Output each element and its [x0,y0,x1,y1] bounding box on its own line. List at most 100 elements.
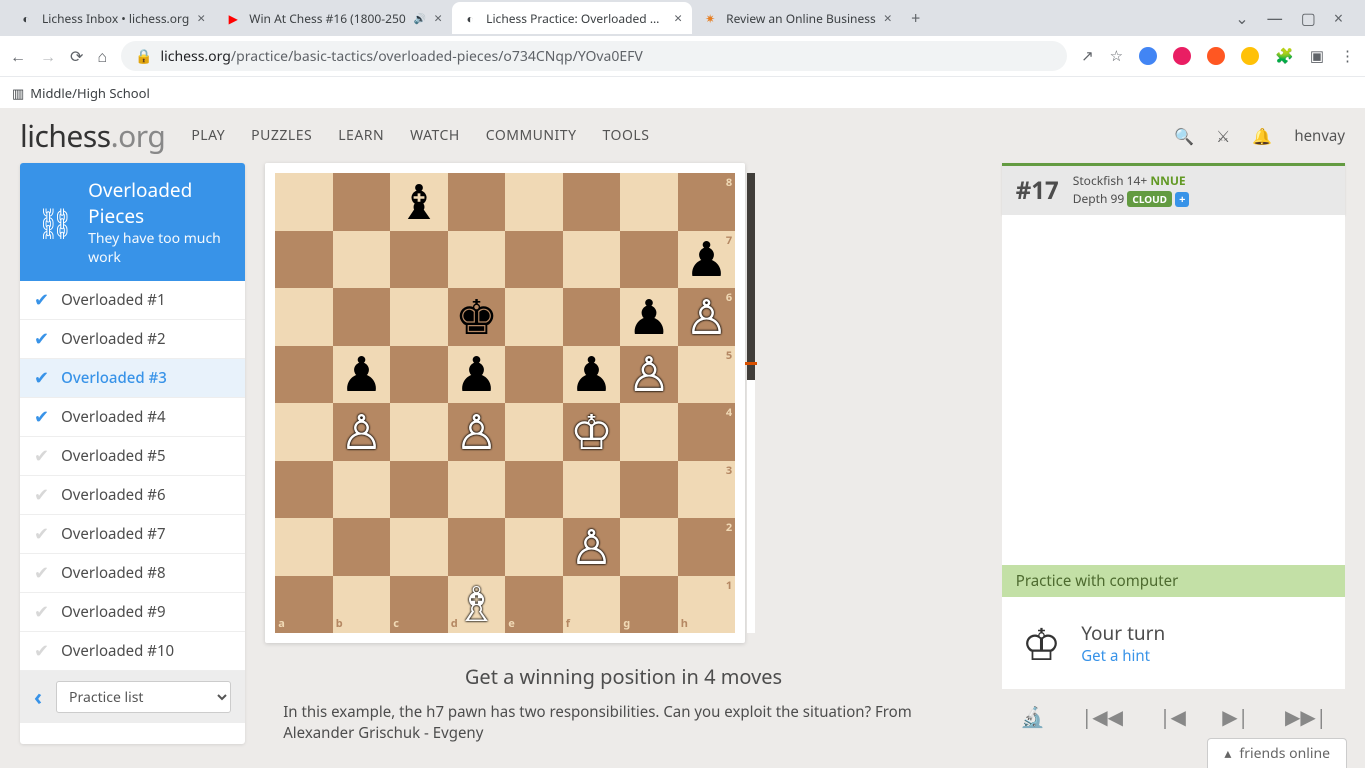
puzzle-item[interactable]: ✔Overloaded #3 [20,359,245,398]
square-a1[interactable]: a [275,576,333,634]
square-d6[interactable]: ♚ [448,288,506,346]
search-icon[interactable]: 🔍 [1174,125,1194,147]
square-c4[interactable] [390,403,448,461]
square-h3[interactable]: 3 [678,461,736,519]
square-g7[interactable] [620,231,678,289]
hint-link[interactable]: Get a hint [1081,646,1165,666]
chevron-down-icon[interactable]: ⌄ [1235,7,1248,29]
extensions-icon[interactable]: 🧩 [1275,46,1294,66]
square-f7[interactable] [563,231,621,289]
square-h8[interactable]: 8 [678,173,736,231]
square-h6[interactable]: ♙6 [678,288,736,346]
nav-puzzles[interactable]: PUZZLES [251,126,312,145]
practice-select[interactable]: Practice list [56,681,231,713]
puzzle-item[interactable]: ✔Overloaded #10 [20,632,245,671]
square-f3[interactable] [563,461,621,519]
square-c7[interactable] [390,231,448,289]
square-c2[interactable] [390,518,448,576]
square-h7[interactable]: ♟7 [678,231,736,289]
square-b3[interactable] [333,461,391,519]
home-button[interactable]: ⌂ [97,45,107,67]
square-a5[interactable] [275,346,333,404]
square-e6[interactable] [505,288,563,346]
square-c1[interactable]: c [390,576,448,634]
piece-wP[interactable]: ♙ [448,403,506,461]
logo[interactable]: lichess.org [20,115,165,156]
challenge-icon[interactable]: ⚔ [1216,125,1230,147]
close-icon[interactable]: × [197,9,205,28]
square-f1[interactable]: f [563,576,621,634]
puzzle-item[interactable]: ✔Overloaded #9 [20,593,245,632]
square-b4[interactable]: ♙ [333,403,391,461]
nav-learn[interactable]: LEARN [338,126,384,145]
square-f6[interactable] [563,288,621,346]
square-b8[interactable] [333,173,391,231]
square-e1[interactable]: e [505,576,563,634]
square-f4[interactable]: ♔ [563,403,621,461]
square-f2[interactable]: ♙ [563,518,621,576]
chess-board[interactable]: ♝8♟7♚♟♙6♟♟♟♙5♙♙♔43♙2abc♗defg1h [275,173,735,633]
nav-community[interactable]: COMMUNITY [486,126,577,145]
square-d8[interactable] [448,173,506,231]
square-a2[interactable] [275,518,333,576]
square-g2[interactable] [620,518,678,576]
square-a6[interactable] [275,288,333,346]
square-g3[interactable] [620,461,678,519]
square-a7[interactable] [275,231,333,289]
piece-bP[interactable]: ♟ [448,346,506,404]
browser-tab[interactable]: ▶ Win At Chess #16 (1800-250 🔊 × [215,2,452,34]
close-icon[interactable]: × [434,9,442,28]
nav-tools[interactable]: TOOLS [603,126,650,145]
nav-watch[interactable]: WATCH [410,126,460,145]
square-d1[interactable]: ♗d [448,576,506,634]
puzzle-item[interactable]: ✔Overloaded #6 [20,476,245,515]
menu-icon[interactable]: ⋮ [1340,46,1355,66]
square-g4[interactable] [620,403,678,461]
audio-icon[interactable]: 🔊 [414,11,426,25]
square-c3[interactable] [390,461,448,519]
piece-wP[interactable]: ♙ [333,403,391,461]
square-f5[interactable]: ♟ [563,346,621,404]
puzzle-item[interactable]: ✔Overloaded #4 [20,398,245,437]
last-move-icon[interactable]: ▶▶| [1285,703,1327,730]
square-g5[interactable]: ♙ [620,346,678,404]
piece-wP[interactable]: ♙ [563,518,621,576]
maximize-icon[interactable]: ▢ [1301,7,1316,29]
extension-icon[interactable] [1139,47,1157,65]
square-a3[interactable] [275,461,333,519]
square-d7[interactable] [448,231,506,289]
puzzle-item[interactable]: ✔Overloaded #2 [20,320,245,359]
next-move-icon[interactable]: ▶| [1222,703,1248,730]
prev-move-icon[interactable]: |◀ [1159,703,1185,730]
square-b5[interactable]: ♟ [333,346,391,404]
square-d3[interactable] [448,461,506,519]
username[interactable]: henvay [1294,126,1345,146]
square-h2[interactable]: 2 [678,518,736,576]
star-icon[interactable]: ☆ [1110,46,1123,66]
forward-button[interactable]: → [40,45,56,67]
piece-bB[interactable]: ♝ [390,173,448,231]
browser-tab-active[interactable]: ◐ Lichess Practice: Overloaded Pie × [452,2,692,34]
square-f8[interactable] [563,173,621,231]
extension-icon[interactable] [1207,47,1225,65]
square-b2[interactable] [333,518,391,576]
bell-icon[interactable]: 🔔 [1252,125,1272,147]
back-arrow-icon[interactable]: ‹ [34,682,42,712]
puzzle-item[interactable]: ✔Overloaded #7 [20,515,245,554]
square-e3[interactable] [505,461,563,519]
sidepanel-icon[interactable]: ▣ [1310,46,1324,66]
square-d4[interactable]: ♙ [448,403,506,461]
square-b1[interactable]: b [333,576,391,634]
square-e5[interactable] [505,346,563,404]
browser-tab[interactable]: ◐ Lichess Inbox • lichess.org × [8,2,215,34]
square-g6[interactable]: ♟ [620,288,678,346]
piece-bP[interactable]: ♟ [563,346,621,404]
square-c6[interactable] [390,288,448,346]
plus-icon[interactable]: + [1175,192,1189,207]
close-window-icon[interactable]: × [1334,7,1343,29]
square-a8[interactable] [275,173,333,231]
share-icon[interactable]: ↗ [1081,46,1094,66]
piece-bP[interactable]: ♟ [620,288,678,346]
square-c8[interactable]: ♝ [390,173,448,231]
square-b7[interactable] [333,231,391,289]
